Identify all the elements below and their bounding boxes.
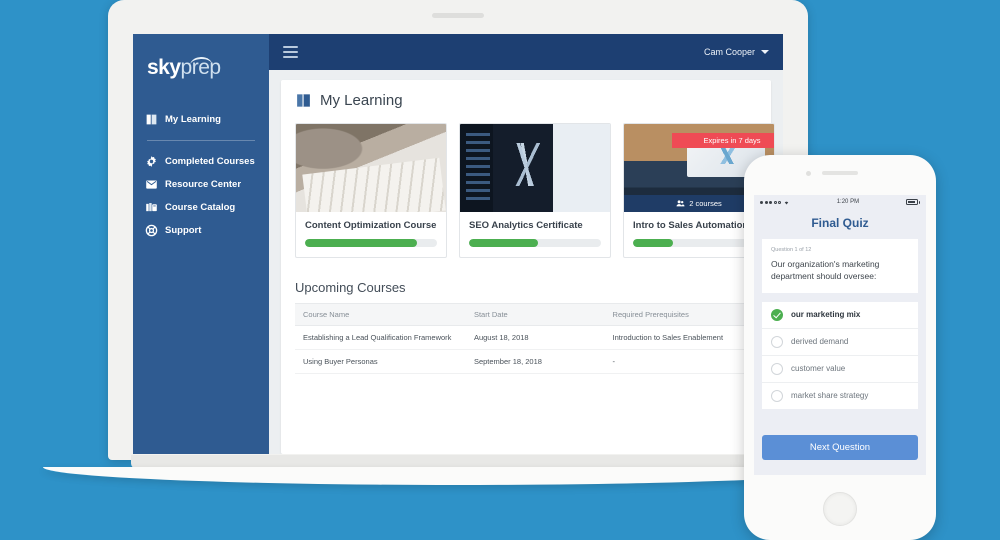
book-icon [297,94,310,107]
next-question-wrap: Next Question [754,434,926,460]
cell-start-date: August 18, 2018 [465,325,605,350]
sidebar-item-course-catalog[interactable]: Course Catalog [133,196,269,219]
answer-option[interactable]: market share strategy [762,383,918,409]
content-panel: My Learning Content Optimization Course [281,80,775,454]
answer-option[interactable]: derived demand [762,329,918,356]
table-row[interactable]: Using Buyer Personas September 18, 2018 … [295,349,757,374]
page-title: My Learning [295,92,757,109]
sidebar-item-label: My Learning [165,114,221,125]
column-header-start-date: Start Date [465,303,605,326]
cell-prerequisites: - [604,349,757,374]
wifi-icon [784,201,789,205]
cell-start-date: September 18, 2018 [465,349,605,374]
lifering-icon [145,224,158,237]
column-header-course-name: Course Name [295,303,466,326]
answer-label: customer value [791,364,846,374]
phone-camera [806,171,811,176]
course-thumbnail [296,124,446,212]
cell-course-name: Using Buyer Personas [295,349,466,374]
book-icon [146,114,157,125]
progress-bar [469,239,601,247]
quiz-title: Final Quiz [754,209,926,239]
radio-icon[interactable] [771,335,783,348]
table-header-row: Course Name Start Date Required Prerequi… [295,303,757,326]
sidebar-divider [147,140,255,141]
question-counter: Question 1 of 12 [771,247,812,253]
course-title: SEO Analytics Certificate [469,220,583,231]
sidebar-nav: My Learning Completed Courses Resource C… [133,108,269,242]
sidebar-item-support[interactable]: Support [133,219,269,242]
answer-list: our marketing mix derived demand custome… [762,301,918,409]
next-question-button[interactable]: Next Question [762,434,918,460]
answer-option[interactable]: our marketing mix [762,302,918,329]
expiry-badge: Expires in 7 days [672,133,774,148]
gear-icon [147,156,156,167]
course-title: Content Optimization Course [305,220,437,231]
phone-screen: 1:20 PM Final Quiz Question 1 of 12 Our … [754,195,926,475]
sidebar-item-label: Course Catalog [165,202,236,213]
user-name-label: Cam Cooper [703,47,755,57]
answer-label: our marketing mix [791,310,861,320]
top-bar: Cam Cooper [269,34,783,70]
progress-fill [633,239,673,247]
sidebar-item-label: Completed Courses [165,156,255,167]
phone-home-button[interactable] [823,492,857,526]
app-logo[interactable]: skyprep [133,34,269,80]
question-card: Question 1 of 12 Our organization's mark… [762,239,918,293]
question-text: Our organization's marketing department … [771,259,880,282]
skyprep-app: skyprep My Learning Completed Courses Re… [133,34,783,454]
sidebar-item-completed-courses[interactable]: Completed Courses [133,150,269,173]
answer-label: derived demand [791,337,849,347]
phone-mockup: 1:20 PM Final Quiz Question 1 of 12 Our … [744,155,936,540]
inbox-icon [146,180,157,189]
progress-fill [305,239,418,247]
status-time: 1:20 PM [836,199,860,205]
battery-icon [905,199,920,205]
laptop-screen: skyprep My Learning Completed Courses Re… [133,34,783,454]
laptop-lid: skyprep My Learning Completed Courses Re… [108,0,808,460]
radio-icon[interactable] [771,362,783,375]
answer-option[interactable]: customer value [762,356,918,383]
upcoming-courses-table: Course Name Start Date Required Prerequi… [295,303,757,374]
logo-text-sky: sky [147,56,181,79]
sidebar-item-label: Resource Center [165,179,242,190]
course-card[interactable]: SEO Analytics Certificate [459,123,611,258]
progress-fill [469,239,538,247]
laptop-webcam [432,13,484,18]
radio-icon[interactable] [771,389,783,402]
page-title-text: My Learning [320,92,403,109]
main-area: Cam Cooper My Learning Content Optimizat… [269,34,783,454]
phone-speaker [822,171,858,175]
people-icon [676,200,685,207]
course-card[interactable]: Content Optimization Course [295,123,447,258]
cell-prerequisites: Introduction to Sales Enablement [604,325,757,350]
phone-status-bar: 1:20 PM [754,195,926,209]
cell-course-name: Establishing a Lead Qualification Framew… [295,325,466,350]
chevron-down-icon [761,50,769,54]
course-count-label: 2 courses [689,199,722,208]
course-card-list: Content Optimization Course SEO Analytic… [295,123,775,258]
course-thumbnail [460,124,610,212]
progress-bar [305,239,437,247]
sidebar-item-resource-center[interactable]: Resource Center [133,173,269,196]
hamburger-icon[interactable] [283,43,298,61]
user-menu[interactable]: Cam Cooper [704,47,769,57]
table-row[interactable]: Establishing a Lead Qualification Framew… [295,325,757,350]
sidebar: skyprep My Learning Completed Courses Re… [133,34,269,454]
sidebar-item-my-learning[interactable]: My Learning [133,108,269,131]
radio-checked-icon[interactable] [771,308,783,321]
books-icon [146,203,157,212]
upcoming-courses-title: Upcoming Courses [295,280,406,295]
content-area: My Learning Content Optimization Course [269,70,783,454]
answer-label: market share strategy [791,391,869,401]
laptop-mockup: skyprep My Learning Completed Courses Re… [43,0,873,485]
sidebar-item-label: Support [165,225,202,236]
signal-dots-icon [760,200,781,204]
column-header-prerequisites: Required Prerequisites [604,303,757,326]
